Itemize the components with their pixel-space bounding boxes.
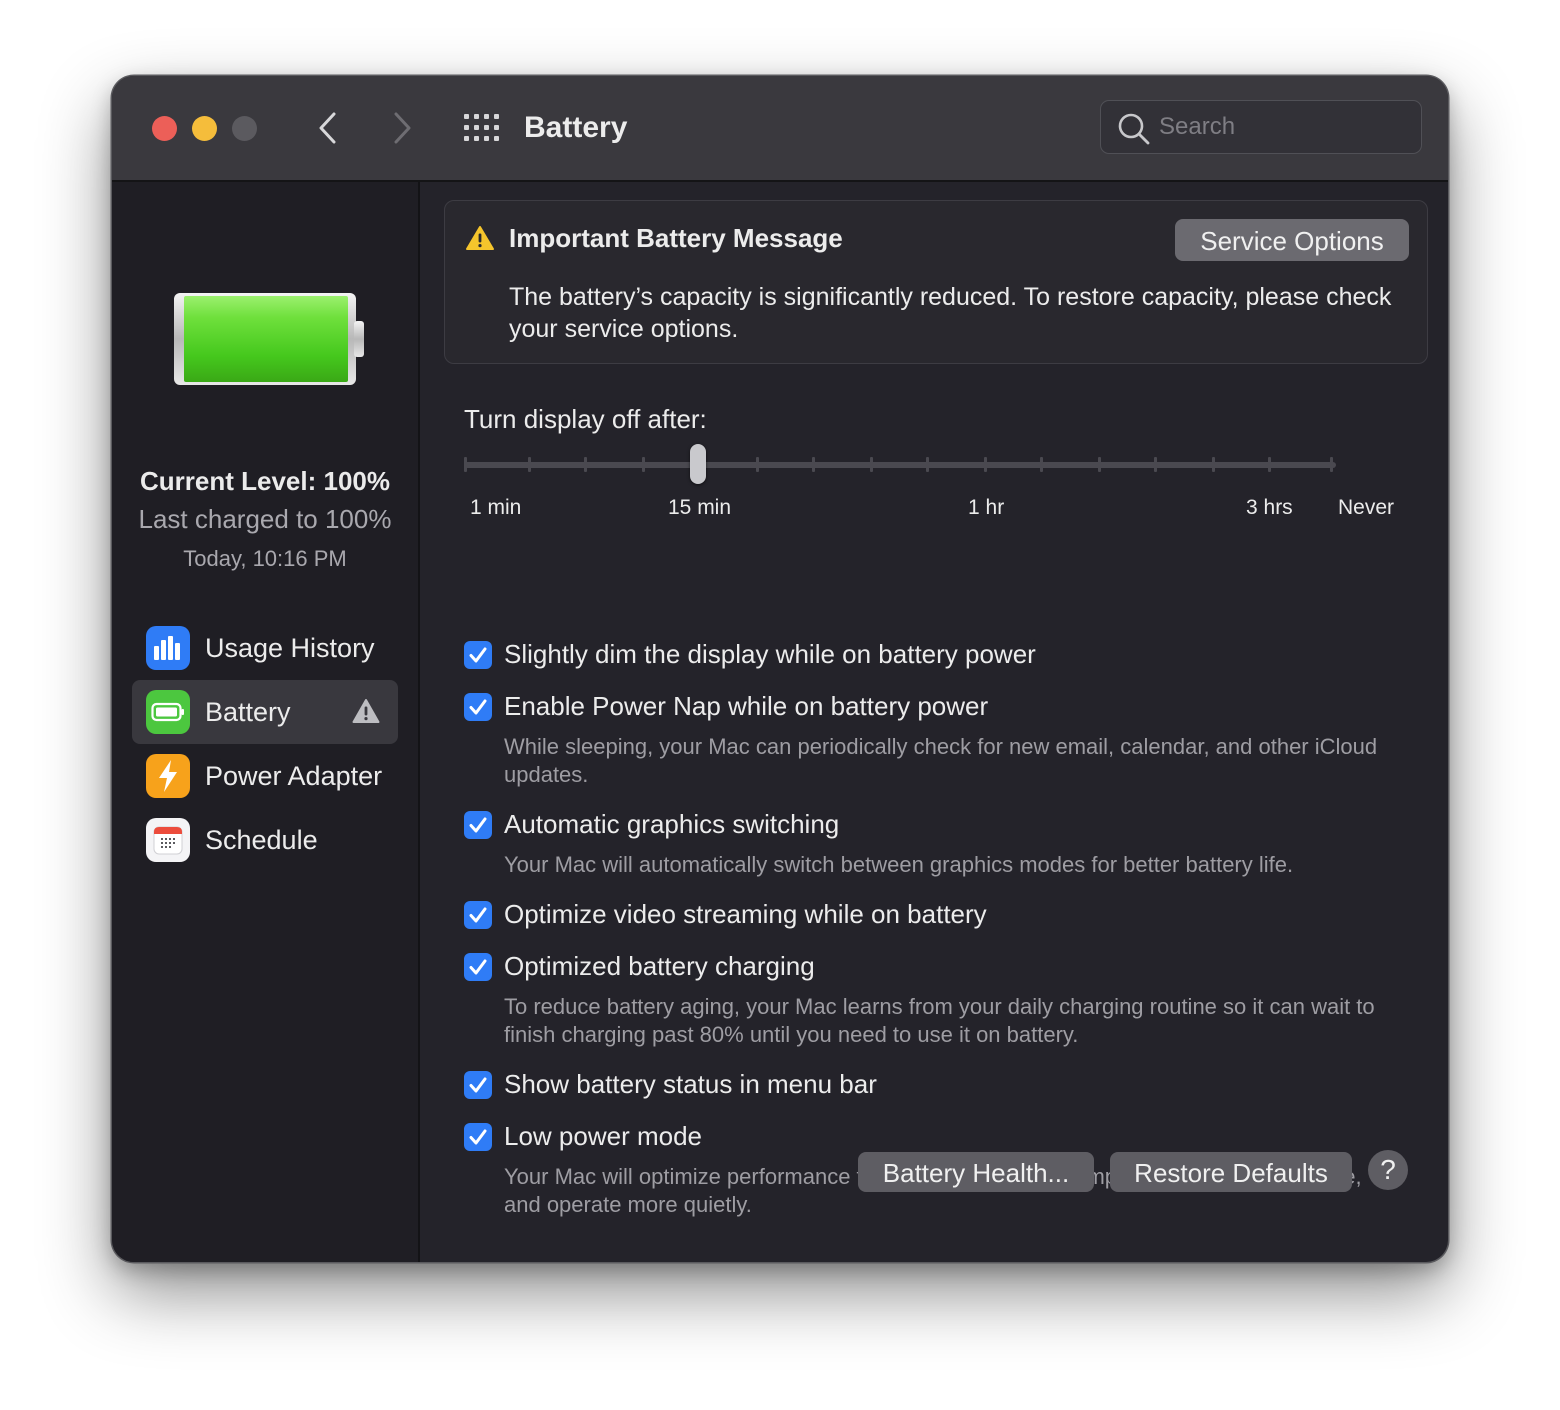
slider-tick <box>1268 457 1271 472</box>
slider-tick <box>812 457 815 472</box>
option-label: Enable Power Nap while on battery power <box>504 691 989 721</box>
chevron-left-icon <box>319 112 336 144</box>
optimized-charging-checkbox[interactable] <box>464 953 492 981</box>
slider-tick <box>584 457 587 472</box>
sidebar-item-label: Schedule <box>205 824 318 855</box>
search-field[interactable] <box>1100 100 1422 154</box>
sidebar-item-usage-history[interactable]: Usage History <box>132 616 398 680</box>
sidebar-item-label: Usage History <box>205 632 375 663</box>
battery-level-icon <box>174 293 364 385</box>
slider-tick <box>1154 457 1157 472</box>
close-window-button[interactable] <box>152 116 177 141</box>
battery-message-box: Important Battery Message Service Option… <box>444 200 1428 364</box>
slider-tick <box>642 457 645 472</box>
slider-tick <box>528 457 531 472</box>
slider-knob[interactable] <box>690 444 706 484</box>
sidebar-item-power-adapter[interactable]: Power Adapter <box>132 744 398 808</box>
slider-tick <box>1040 457 1043 472</box>
graphics-switching-checkbox[interactable] <box>464 811 492 839</box>
main-content: Important Battery Message Service Option… <box>420 182 1448 1262</box>
minimize-window-button[interactable] <box>192 116 217 141</box>
tick-label-1-min: 1 min <box>470 496 522 519</box>
slider-tick <box>1212 457 1215 472</box>
battery-icon <box>146 690 190 734</box>
sidebar-item-battery[interactable]: Battery <box>132 680 398 744</box>
option-label: Optimize video streaming while on batter… <box>504 899 987 929</box>
preferences-window: Battery Current Level: 100% L <box>112 76 1448 1262</box>
option-description: While sleeping, your Mac can periodicall… <box>504 734 1378 787</box>
sidebar-item-label: Battery <box>205 696 291 727</box>
battery-health-button[interactable]: Battery Health... <box>858 1152 1094 1192</box>
lightning-icon <box>146 754 190 798</box>
grid-icon <box>464 114 499 141</box>
slider-tick <box>1098 457 1101 472</box>
slider-tick <box>1330 457 1333 472</box>
slider-track <box>464 462 1336 468</box>
help-button[interactable]: ? <box>1368 1150 1408 1190</box>
checkmark-icon <box>469 817 487 833</box>
window-title: Battery <box>524 111 628 144</box>
option-label: Optimized battery charging <box>504 951 815 981</box>
titlebar: Battery <box>112 76 1448 182</box>
warning-icon <box>352 699 380 723</box>
chevron-right-icon <box>394 112 411 144</box>
slider-tick <box>870 457 873 472</box>
slider-tick <box>464 457 467 472</box>
checkmark-icon <box>469 1077 487 1093</box>
show-all-button[interactable] <box>462 112 502 144</box>
slider-tick <box>984 457 987 472</box>
zoom-window-button[interactable] <box>232 116 257 141</box>
tick-label-3-hrs: 3 hrs <box>1246 496 1293 519</box>
tick-label-15-min: 15 min <box>668 496 732 519</box>
option-description: Your Mac will automatically switch betwe… <box>504 852 1294 877</box>
option-label: Slightly dim the display while on batter… <box>504 639 1036 669</box>
sidebar: Current Level: 100% Last charged to 100%… <box>112 182 420 1262</box>
checkmark-icon <box>469 699 487 715</box>
forward-button[interactable] <box>382 106 422 150</box>
calendar-icon <box>146 818 190 862</box>
message-text: The battery’s capacity is significantly … <box>509 283 1392 343</box>
dim-display-checkbox[interactable] <box>464 641 492 669</box>
checkmark-icon <box>469 959 487 975</box>
warning-icon <box>466 226 494 250</box>
checkmark-icon <box>469 647 487 663</box>
option-description: To reduce battery aging, your Mac learns… <box>504 994 1375 1047</box>
checkmark-icon <box>469 1129 487 1145</box>
slider-tick <box>926 457 929 472</box>
option-label: Low power mode <box>504 1121 702 1151</box>
bar-chart-icon <box>146 626 190 670</box>
sidebar-item-schedule[interactable]: Schedule <box>132 808 398 872</box>
current-level: Current Level: 100% <box>140 466 390 496</box>
message-title: Important Battery Message <box>509 223 843 253</box>
display-off-label: Turn display off after: <box>464 404 707 434</box>
sidebar-item-label: Power Adapter <box>205 760 383 791</box>
search-icon <box>1118 113 1150 145</box>
tick-label-1-hr: 1 hr <box>968 496 1005 519</box>
display-off-slider[interactable] <box>464 444 1336 488</box>
video-streaming-checkbox[interactable] <box>464 901 492 929</box>
search-input[interactable] <box>1159 109 1409 145</box>
power-nap-checkbox[interactable] <box>464 693 492 721</box>
slider-tick <box>756 457 759 472</box>
checkmark-icon <box>469 907 487 923</box>
low-power-mode-checkbox[interactable] <box>464 1123 492 1151</box>
last-charged: Last charged to 100% <box>138 504 392 534</box>
menu-bar-status-checkbox[interactable] <box>464 1071 492 1099</box>
back-button[interactable] <box>308 106 348 150</box>
restore-defaults-button[interactable]: Restore Defaults <box>1110 1152 1352 1192</box>
option-label: Show battery status in menu bar <box>504 1069 877 1099</box>
tick-label-never: Never <box>1338 496 1395 519</box>
charged-time: Today, 10:16 PM <box>183 546 347 571</box>
option-label: Automatic graphics switching <box>504 809 840 839</box>
service-options-button[interactable]: Service Options <box>1175 219 1409 261</box>
